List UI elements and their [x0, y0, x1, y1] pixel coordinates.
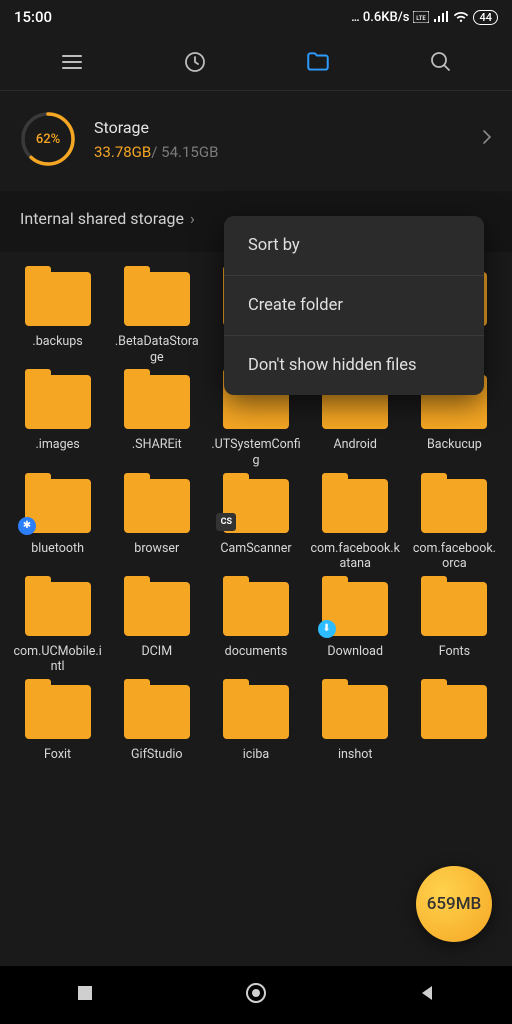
app-navbar — [0, 34, 512, 90]
folder-item[interactable]: CSCamScanner — [208, 479, 303, 572]
folder-item[interactable]: com.facebook.katana — [308, 479, 403, 572]
back-button[interactable] — [417, 983, 437, 1007]
folder-item[interactable]: inshot — [308, 685, 403, 763]
folder-icon — [124, 479, 190, 533]
folder-item[interactable]: Foxit — [10, 685, 105, 763]
search-button[interactable] — [419, 40, 463, 84]
svg-text:LTE: LTE — [417, 15, 427, 22]
camscanner-badge-icon: CS — [216, 513, 236, 531]
volte-icon: LTE — [413, 10, 429, 24]
folder-item[interactable]: .backups — [10, 272, 105, 365]
storage-used: 33.78GB — [94, 143, 151, 161]
context-menu: Sort by Create folder Don't show hidden … — [224, 216, 484, 395]
storage-summary[interactable]: 62% Storage 33.78GB/ 54.15GB — [0, 91, 512, 191]
menu-sort-by[interactable]: Sort by — [224, 216, 484, 276]
folder-item[interactable]: .images — [10, 375, 105, 468]
folder-item[interactable]: .SHAREit — [109, 375, 204, 468]
folder-icon — [124, 582, 190, 636]
breadcrumb-path: Internal shared storage — [20, 209, 184, 228]
net-speed: 0.6KB/s — [363, 10, 410, 25]
battery-icon: 44 — [473, 10, 498, 25]
chevron-right-icon — [482, 129, 492, 149]
status-time: 15:00 — [14, 8, 52, 26]
folder-item[interactable]: com.facebook.orca — [407, 479, 502, 572]
folder-icon — [421, 582, 487, 636]
chevron-right-icon: › — [190, 209, 195, 228]
folder-item[interactable]: iciba — [208, 685, 303, 763]
menu-create-folder[interactable]: Create folder — [224, 276, 484, 336]
folder-icon — [124, 685, 190, 739]
bluetooth-badge-icon: ✱ — [18, 517, 36, 535]
menu-toggle-hidden[interactable]: Don't show hidden files — [224, 336, 484, 395]
folder-icon — [322, 479, 388, 533]
recent-tab[interactable] — [173, 40, 217, 84]
system-nav — [0, 966, 512, 1024]
folder-icon — [223, 685, 289, 739]
folder-icon — [25, 685, 91, 739]
folder-icon — [421, 479, 487, 533]
folder-item[interactable]: DCIM — [109, 582, 204, 675]
menu-button[interactable] — [50, 40, 94, 84]
wifi-icon — [453, 10, 469, 24]
folder-item[interactable]: Fonts — [407, 582, 502, 675]
folder-item[interactable]: documents — [208, 582, 303, 675]
recents-button[interactable] — [75, 983, 95, 1007]
folder-icon — [25, 582, 91, 636]
folder-icon — [25, 375, 91, 429]
storage-text: Storage 33.78GB/ 54.15GB — [94, 118, 464, 161]
folder-tab-active[interactable] — [296, 40, 340, 84]
folder-item[interactable]: com.UCMobile.intl — [10, 582, 105, 675]
fab-label: 659MB — [427, 894, 482, 914]
folder-item[interactable]: ✱bluetooth — [10, 479, 105, 572]
folder-icon — [322, 685, 388, 739]
storage-title: Storage — [94, 118, 464, 137]
folder-item[interactable]: GifStudio — [109, 685, 204, 763]
cleanup-fab[interactable]: 659MB — [416, 866, 492, 942]
status-bar: 15:00 ... 0.6KB/s LTE 44 — [0, 0, 512, 34]
status-right: ... 0.6KB/s LTE 44 — [351, 10, 498, 25]
home-button[interactable] — [244, 981, 268, 1009]
folder-item[interactable]: ⬇Download — [308, 582, 403, 675]
folder-icon — [25, 272, 91, 326]
download-badge-icon: ⬇ — [318, 620, 336, 638]
folder-item[interactable]: browser — [109, 479, 204, 572]
signal-icon — [433, 10, 449, 24]
storage-total: / 54.15GB — [151, 143, 218, 161]
folder-icon — [421, 685, 487, 739]
folder-item[interactable]: .BetaDataStorage — [109, 272, 204, 365]
folder-item[interactable] — [407, 685, 502, 763]
folder-icon — [223, 582, 289, 636]
folder-icon — [124, 375, 190, 429]
storage-ring: 62% — [20, 111, 76, 167]
folder-icon — [124, 272, 190, 326]
